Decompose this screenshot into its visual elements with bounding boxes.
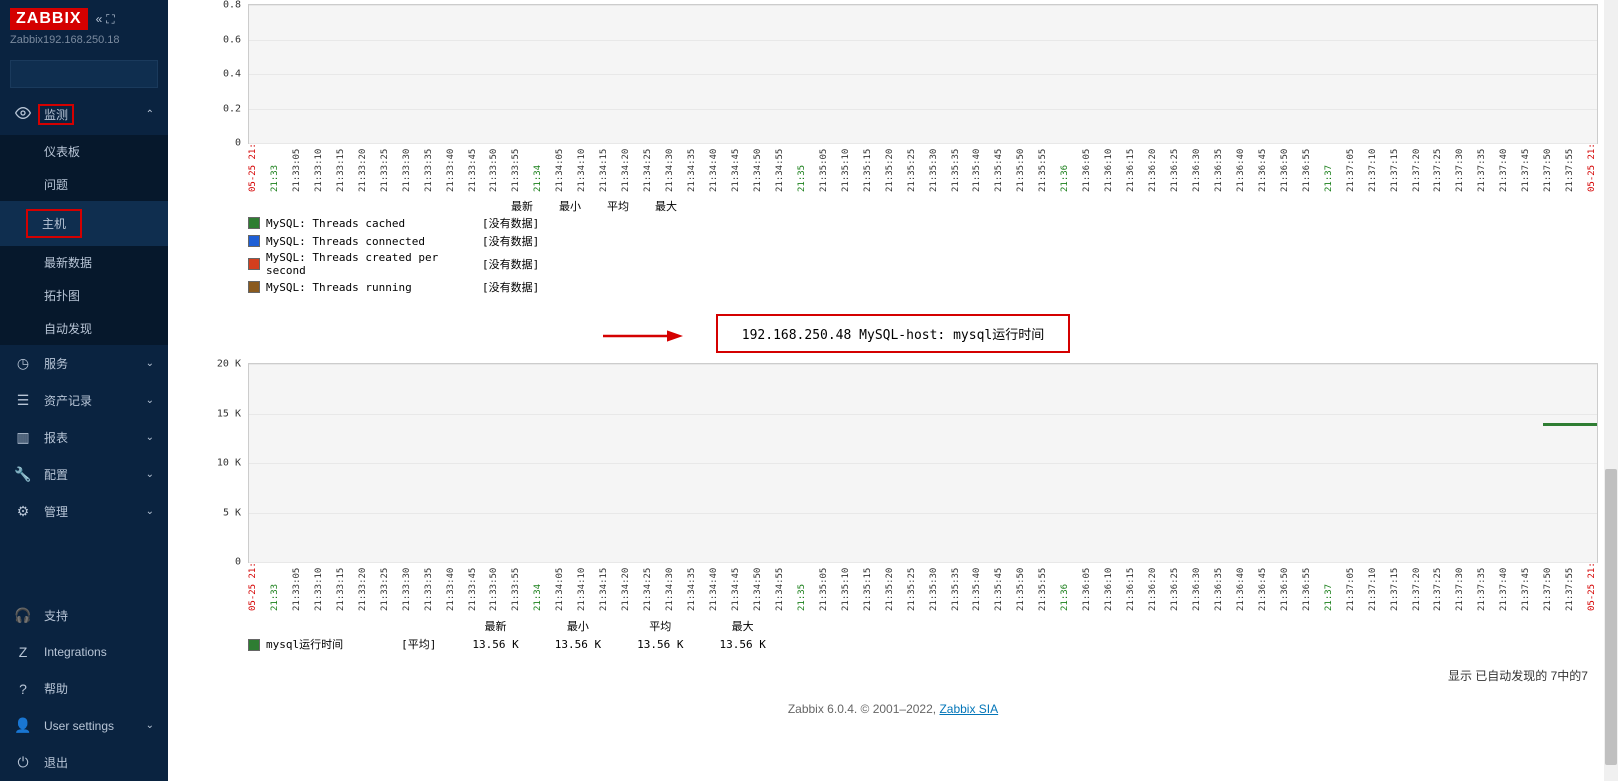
nav-monitoring-label: 监测	[38, 104, 74, 125]
chevron-up-icon: ⌃	[146, 109, 154, 120]
collapse-icon[interactable]: «	[96, 12, 103, 27]
nav-user-settings[interactable]: 👤 User settings ⌄	[0, 707, 168, 744]
logo-area: ZABBIX « ⛶	[0, 0, 168, 34]
nav-integrations[interactable]: Z Integrations	[0, 634, 168, 670]
chart-x-axis: 05-25 21:3321:3321:33:0521:33:1021:33:15…	[248, 563, 1598, 611]
nav-config[interactable]: 🔧 配置 ⌄	[0, 456, 168, 493]
search-box[interactable]	[10, 60, 158, 88]
sidebar-item-discovery[interactable]: 自动发现	[0, 312, 168, 345]
sidebar-item-dashboard[interactable]: 仪表板	[0, 135, 168, 168]
nav-logout[interactable]: ⏻ 退出	[0, 744, 168, 781]
chevron-down-icon: ⌄	[146, 432, 154, 443]
sidebar-item-maps[interactable]: 拓扑图	[0, 279, 168, 312]
chevron-down-icon: ⌄	[146, 469, 154, 480]
chart-uptime: 192.168.250.48 MySQL-host: mysql运行时间 05 …	[178, 310, 1608, 657]
legend-row: MySQL: Threads created per second[没有数据]	[248, 250, 1608, 278]
user-icon: 👤	[14, 717, 32, 734]
chevron-down-icon: ⌄	[146, 506, 154, 517]
host-label: Zabbix192.168.250.18	[0, 34, 168, 54]
power-icon: ⏻	[14, 754, 32, 771]
help-icon: ?	[14, 681, 32, 697]
chart-plot-area[interactable]: 00.20.40.60.8	[248, 4, 1598, 144]
clock-icon: ◷	[14, 355, 32, 372]
nav-reports[interactable]: ▥ 报表 ⌄	[0, 419, 168, 456]
data-line	[1543, 423, 1597, 426]
list-icon: ☰	[14, 392, 32, 409]
headset-icon: 🎧	[14, 607, 32, 624]
legend-row: MySQL: Threads running[没有数据]	[248, 278, 1608, 296]
eye-icon	[14, 105, 32, 124]
wrench-icon: 🔧	[14, 466, 32, 483]
chart-x-axis: 05-25 21:3221:3321:33:0521:33:1021:33:15…	[248, 144, 1598, 192]
nav-monitoring[interactable]: 监测 ⌃	[0, 94, 168, 135]
sidebar-item-problems[interactable]: 问题	[0, 168, 168, 201]
nav-admin[interactable]: ⚙ 管理 ⌄	[0, 493, 168, 530]
chevron-down-icon: ⌄	[146, 358, 154, 369]
nav-support[interactable]: 🎧 支持	[0, 597, 168, 634]
fullscreen-icon[interactable]: ⛶	[106, 12, 114, 27]
chevron-down-icon: ⌄	[146, 395, 154, 406]
sidebar-item-latest[interactable]: 最新数据	[0, 246, 168, 279]
legend-row: MySQL: Threads connected[没有数据]	[248, 232, 1608, 250]
chart-legend: 最新 最小 平均 最大 mysql运行时间 [平均] 13.56 K 13.56…	[248, 617, 1608, 653]
annotation-arrow	[598, 328, 688, 347]
scrollbar-thumb[interactable]	[1605, 469, 1617, 766]
zabbix-link[interactable]: Zabbix SIA	[939, 702, 998, 716]
main-content: 00.20.40.60.8 05-25 21:3221:3321:33:0521…	[168, 0, 1618, 781]
chart-threads: 00.20.40.60.8 05-25 21:3221:3321:33:0521…	[178, 0, 1608, 300]
scrollbar[interactable]	[1604, 0, 1618, 781]
chart-icon: ▥	[14, 429, 32, 446]
search-input[interactable]	[11, 61, 168, 87]
sidebar: ZABBIX « ⛶ Zabbix192.168.250.18 监测 ⌃ 仪表板…	[0, 0, 168, 781]
chart-title-highlighted: 192.168.250.48 MySQL-host: mysql运行时间	[716, 314, 1070, 353]
summary-text: 显示 已自动发现的 7中的7	[178, 657, 1608, 694]
chart-legend: 最新 最小 平均 最大 MySQL: Threads cached[没有数据]M…	[248, 198, 1608, 296]
logo[interactable]: ZABBIX	[10, 8, 88, 30]
nav-inventory[interactable]: ☰ 资产记录 ⌄	[0, 382, 168, 419]
nav-help[interactable]: ? 帮助	[0, 670, 168, 707]
chevron-down-icon: ⌄	[146, 720, 154, 731]
legend-row: mysql运行时间 [平均] 13.56 K 13.56 K 13.56 K 1…	[248, 635, 784, 653]
chart-plot-area[interactable]: 05 K10 K15 K20 K	[248, 363, 1598, 563]
gear-icon: ⚙	[14, 503, 32, 520]
footer: Zabbix 6.0.4. © 2001–2022, Zabbix SIA	[178, 694, 1608, 724]
nav-services[interactable]: ◷ 服务 ⌄	[0, 345, 168, 382]
z-icon: Z	[14, 644, 32, 660]
sidebar-item-hosts[interactable]: 主机	[0, 201, 168, 246]
legend-row: MySQL: Threads cached[没有数据]	[248, 214, 1608, 232]
